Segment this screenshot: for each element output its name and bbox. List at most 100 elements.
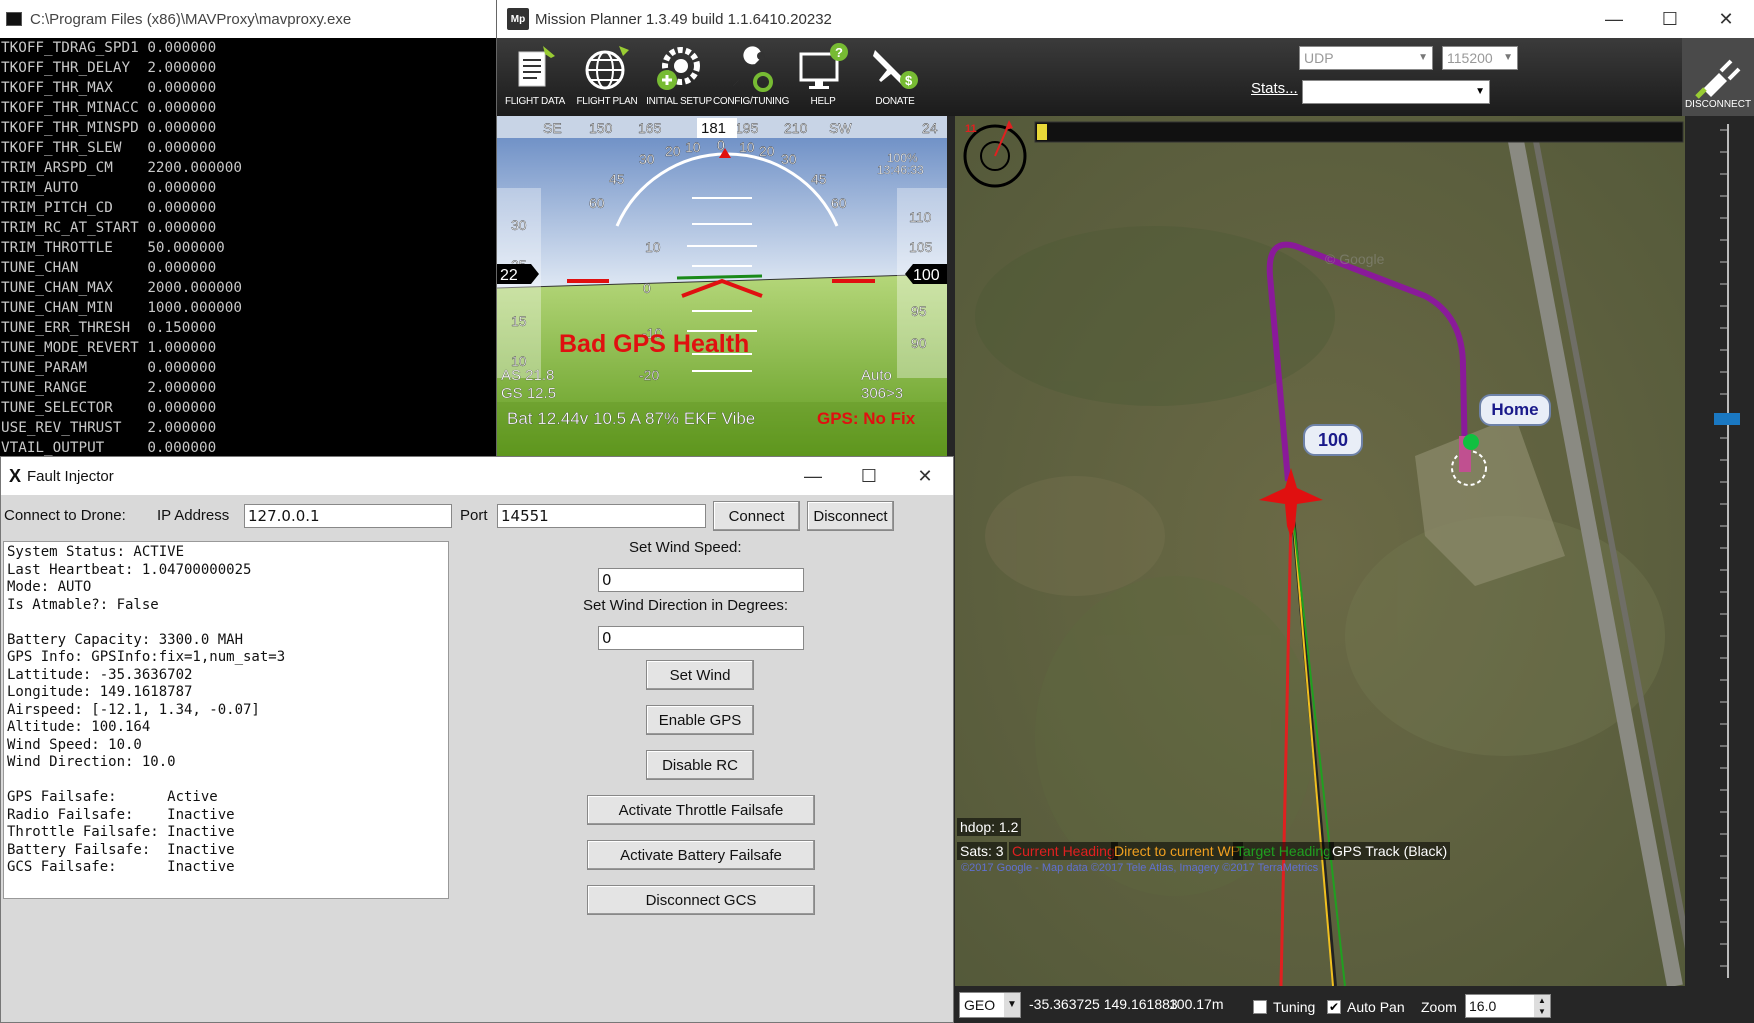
config-tuning-button[interactable]: CONFIG/TUNING [712,42,790,114]
flight-data-button[interactable]: FLIGHT DATA [499,42,571,114]
tk-logo-icon: X [9,465,22,486]
initial-setup-label: INITIAL SETUP [646,96,712,107]
close-button[interactable]: ✕ [897,457,953,495]
console-line: TRIM_THROTTLE 50.000000 [1,240,225,256]
drone-status-text[interactable]: System Status: ACTIVE Last Heartbeat: 1.0… [3,541,449,899]
legend-target-heading: Target Heading [1233,842,1334,860]
wind-direction-label: Set Wind Direction in Degrees: [583,597,789,614]
roll-label: 10 [739,139,755,155]
wind-direction-input[interactable]: 0 [598,626,804,650]
airspeed-value: 22 [500,267,518,284]
initial-setup-button[interactable]: INITIAL SETUP [643,42,715,114]
stats-select[interactable]: ▼ [1302,80,1490,104]
flight-plan-button[interactable]: FLIGHT PLAN [571,42,643,114]
wind-speed-input[interactable]: 0 [598,568,804,592]
airspeed-tick: 30 [511,217,527,233]
zoom-spinner-icon[interactable]: ▲ ▼ [1534,995,1550,1017]
wind-speed-indicator: 11 [965,123,977,135]
maximize-button[interactable]: ☐ [841,457,897,495]
roll-label: 60 [831,195,847,211]
airspeed-readout: AS 21.8 [501,367,554,384]
tuning-label: Tuning [1273,999,1316,1015]
status-line [7,614,445,632]
fault-injector-titlebar[interactable]: X Fault Injector — ☐ ✕ [1,457,953,495]
compass-label: 165 [638,120,662,136]
roll-label: 30 [639,151,655,167]
connect-button[interactable]: Connect [713,501,800,531]
config-tuning-label: CONFIG/TUNING [712,96,790,107]
help-button[interactable]: ? HELP [787,42,859,114]
map-view[interactable]: 11 © Google 100 Home hdop: 1.2 Sats: 3 C… [955,116,1685,986]
minimize-button[interactable]: — [785,457,841,495]
port-input[interactable]: 14551 [497,504,706,528]
activate-battery-failsafe-button[interactable]: Activate Battery Failsafe [587,840,815,870]
mission-planner-titlebar[interactable]: Mp Mission Planner 1.3.49 build 1.1.6410… [497,0,1754,38]
home-marker[interactable]: Home [1479,394,1551,426]
console-line: TRIM_ARSPD_CM 2200.000000 [1,160,243,176]
roll-label: 30 [781,151,797,167]
mavproxy-titlebar[interactable]: C:\Program Files (x86)\MAVProxy\mavproxy… [0,0,496,38]
tuning-checkbox[interactable] [1253,1000,1267,1014]
console-line: TUNE_CHAN 0.000000 [1,260,217,276]
disconnect-button[interactable]: DISCONNECT [1682,38,1754,116]
status-line: Last Heartbeat: 1.04700000025 [7,561,252,578]
minimize-button[interactable]: — [1586,0,1642,38]
zoom-input[interactable]: 16.0 ▲ ▼ [1465,994,1551,1018]
status-line: Is Atmable?: False [7,596,159,613]
status-line: Mode: AUTO [7,579,92,595]
console-line: TKOFF_TDRAG_SPD1 0.000000 [1,40,217,56]
disconnect-drone-button[interactable]: Disconnect [807,501,894,531]
pitch-label: 10 [645,239,661,255]
console-line: VTAIL_OUTPUT 0.000000 [1,440,217,456]
plane-dollar-icon: $ [873,50,918,89]
connect-to-drone-label: Connect to Drone: [4,507,126,524]
hud-clock: 13:46:33 [877,163,924,177]
legend-direct-to-wp: Direct to current WP [1111,842,1244,860]
roll-label: 60 [589,195,605,211]
waypoint-marker[interactable]: 100 [1303,424,1363,456]
connection-type-select[interactable]: UDP ▼ [1299,46,1433,70]
status-line: Wind Speed: 10.0 [7,736,142,753]
status-line: Altitude: 100.164 [7,719,151,735]
zoom-slider-thumb[interactable] [1714,413,1740,425]
disable-rc-button[interactable]: Disable RC [646,750,754,780]
console-line: TKOFF_THR_MINACC 0.000000 [1,100,217,116]
maximize-button[interactable]: ☐ [1642,0,1698,38]
console-line: TUNE_SELECTOR 0.000000 [1,400,217,416]
baud-rate-select[interactable]: 115200 ▼ [1442,46,1518,70]
autopan-checkbox[interactable]: ✔ [1327,1000,1341,1014]
main-toolbar: FLIGHT DATA FLIGHT PLAN INITIAL SETUP CO… [497,38,1754,116]
monitor-help-icon: ? [799,43,848,89]
status-line: System Status: ACTIVE [7,544,185,560]
hud-display[interactable]: SE 150 165 195 210 SW 24 181 60 45 30 20 10 0 10 20 30… [497,116,947,456]
coord-system-select[interactable]: GEO ▼ [959,992,1021,1018]
activate-throttle-failsafe-button[interactable]: Activate Throttle Failsafe [587,795,815,825]
globe-icon [585,46,629,90]
console-line: TRIM_AUTO 0.000000 [1,180,217,196]
ip-address-label: IP Address [157,507,230,524]
zoom-slider[interactable] [1692,116,1754,986]
close-button[interactable]: ✕ [1698,0,1754,38]
ip-address-input[interactable]: 127.0.0.1 [244,504,452,528]
donate-button[interactable]: $ DONATE [859,42,931,114]
compass-label: SW [829,120,852,136]
svg-text:$: $ [905,73,913,88]
enable-gps-button[interactable]: Enable GPS [646,705,754,735]
svg-text:?: ? [835,45,843,60]
artificial-horizon: SE 150 165 195 210 SW 24 181 604530 20 10 0 10 20 30… [497,116,947,456]
wrench-icon [733,46,773,92]
compass-label: 24 [922,120,938,136]
set-wind-button[interactable]: Set Wind [646,660,754,690]
hdop-readout: hdop: 1.2 [957,818,1022,836]
console-line: TUNE_CHAN_MAX 2000.000000 [1,280,243,296]
roll-label: 45 [609,171,625,187]
compass-label: 210 [784,120,808,136]
plug-icon [1695,59,1741,99]
console-line: TKOFF_THR_MINSPD 0.000000 [1,120,217,136]
status-line: Wind Direction: 10.0 [7,754,176,770]
fault-injector-window: X Fault Injector — ☐ ✕ Connect to Drone:… [0,456,954,1023]
compass-label: 150 [589,120,613,136]
stats-link[interactable]: Stats... [1251,80,1298,97]
pitch-label: 0 [643,280,651,296]
disconnect-gcs-button[interactable]: Disconnect GCS [587,885,815,915]
